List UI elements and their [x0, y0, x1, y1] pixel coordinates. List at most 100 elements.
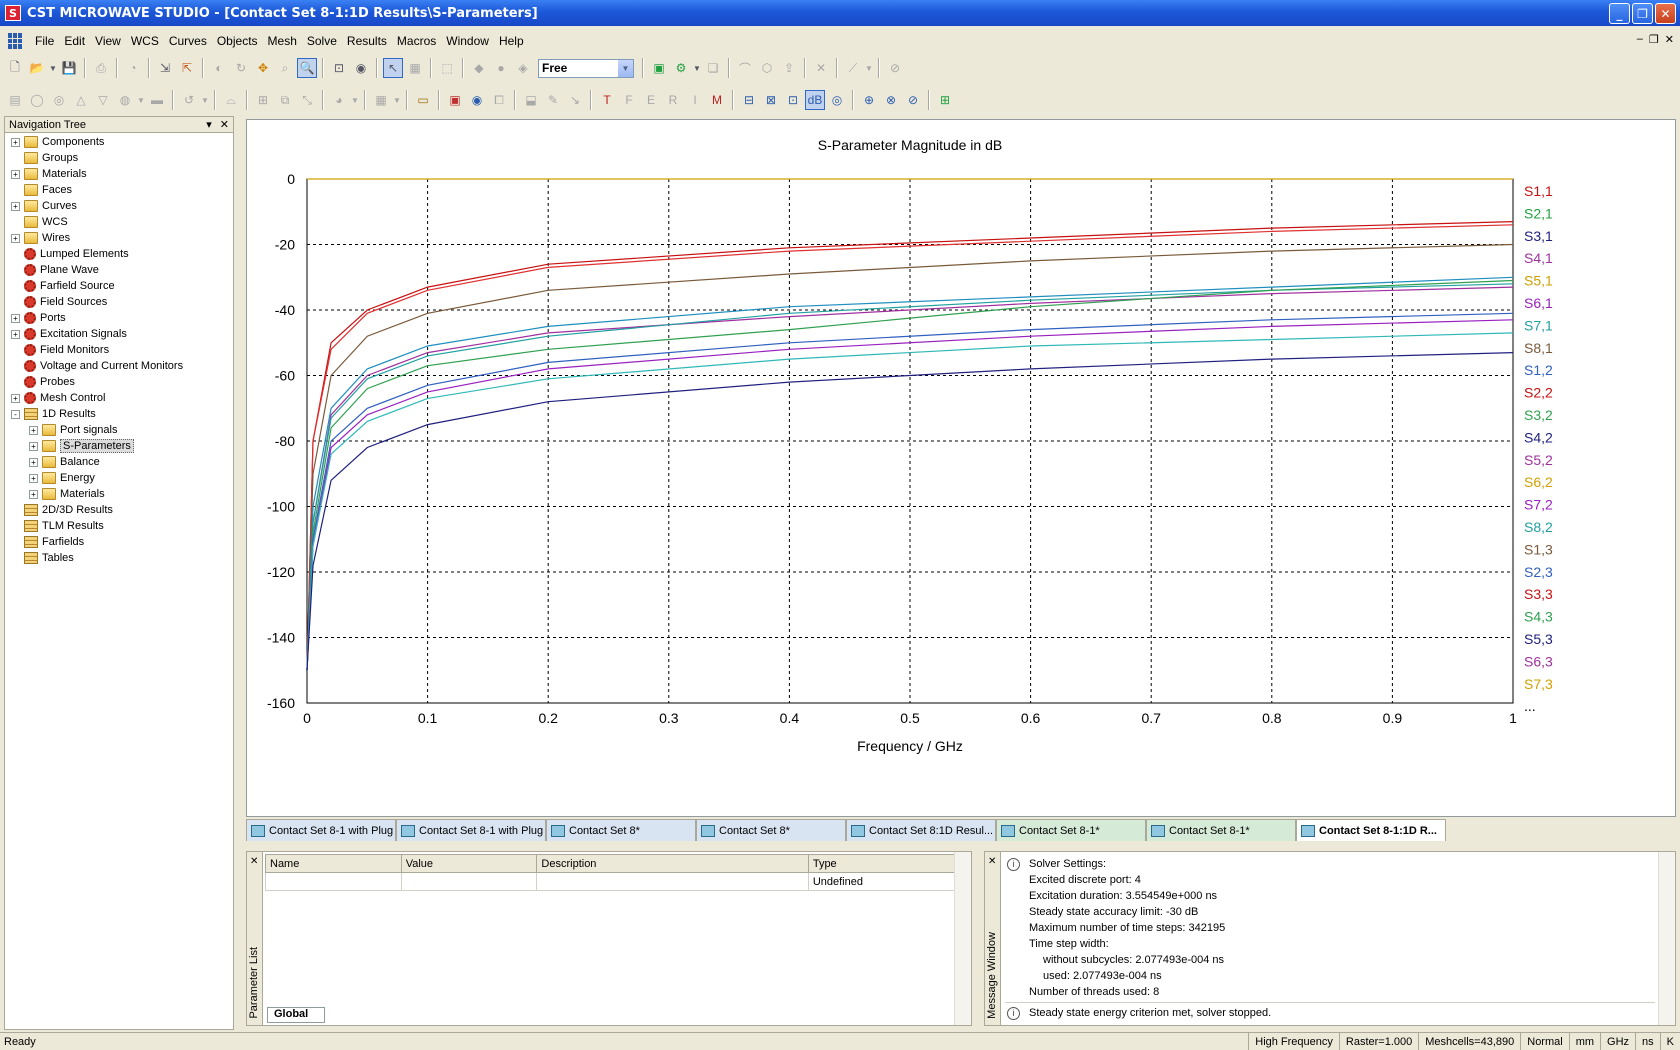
port-icon[interactable]: ⬓: [521, 90, 541, 110]
message-window-close-icon[interactable]: ✕: [988, 856, 996, 867]
tree-item[interactable]: Farfield Source: [5, 278, 233, 294]
cone-icon[interactable]: ▽: [93, 90, 113, 110]
blend-icon[interactable]: ◕: [329, 90, 349, 110]
chevron-down-icon[interactable]: ▼: [618, 59, 633, 77]
torus-icon[interactable]: ◍: [115, 90, 135, 110]
menu-window[interactable]: Window: [441, 34, 494, 48]
menu-mesh[interactable]: Mesh: [263, 34, 302, 48]
message-list[interactable]: i Solver Settings: Excited discrete port: …: [1005, 856, 1655, 1021]
tlm-solver-icon[interactable]: M: [707, 90, 727, 110]
pick-icon[interactable]: ↖: [383, 58, 403, 78]
new-file-icon[interactable]: 🗋: [5, 58, 25, 78]
tree-item[interactable]: Lumped Elements: [5, 246, 233, 262]
help-icon[interactable]: ⊘: [885, 58, 905, 78]
menu-solve[interactable]: Solve: [302, 34, 342, 48]
plot-magnitude-icon[interactable]: ⊠: [761, 90, 781, 110]
expand-icon[interactable]: +: [11, 233, 20, 243]
mirror-icon[interactable]: ⧉: [275, 90, 295, 110]
expand-icon[interactable]: +: [29, 441, 38, 451]
expand-icon[interactable]: +: [29, 473, 38, 483]
dropdown-arrow-icon[interactable]: ▼: [393, 90, 401, 110]
mode-combo[interactable]: Free ▼: [538, 58, 634, 78]
global-tab[interactable]: Global: [267, 1007, 326, 1023]
column-header[interactable]: Type: [807, 854, 956, 873]
collapse-icon[interactable]: -: [11, 409, 20, 419]
tree-item[interactable]: + Port signals: [5, 422, 233, 438]
spin-view-icon[interactable]: ↻: [231, 58, 251, 78]
expand-icon[interactable]: +: [11, 169, 20, 179]
tree-item[interactable]: + Components: [5, 134, 233, 150]
tree-item[interactable]: + Energy: [5, 470, 233, 486]
tree-item[interactable]: Field Sources: [5, 294, 233, 310]
frequency-solver-icon[interactable]: F: [619, 90, 639, 110]
tree-item[interactable]: Groups: [5, 150, 233, 166]
table-cell[interactable]: [400, 872, 538, 891]
probe-icon[interactable]: ✎: [543, 90, 563, 110]
dropdown-arrow-icon[interactable]: ▼: [137, 90, 145, 110]
menu-view[interactable]: View: [90, 34, 126, 48]
expand-icon[interactable]: +: [11, 393, 20, 403]
document-tab[interactable]: Contact Set 8:1D Resul...: [846, 819, 996, 841]
extrude-icon[interactable]: ⇪: [779, 58, 799, 78]
tree-item[interactable]: WCS: [5, 214, 233, 230]
menu-macros[interactable]: Macros: [392, 34, 441, 48]
tree-item[interactable]: Plane Wave: [5, 262, 233, 278]
resonant-solver-icon[interactable]: R: [663, 90, 683, 110]
menu-objects[interactable]: Objects: [212, 34, 263, 48]
point-icon[interactable]: ◎: [49, 90, 69, 110]
history-icon[interactable]: ◔: [123, 58, 143, 78]
close-button[interactable]: ✕: [1655, 3, 1676, 24]
tree-item[interactable]: + Wires: [5, 230, 233, 246]
export-icon[interactable]: ⇱: [177, 58, 197, 78]
expand-icon[interactable]: +: [11, 329, 20, 339]
document-tab[interactable]: Contact Set 8-1 with Plug: [246, 819, 396, 841]
mesh-view-icon[interactable]: ▦: [371, 90, 391, 110]
tree-item[interactable]: + Mesh Control: [5, 390, 233, 406]
message-scrollbar[interactable]: [1658, 852, 1675, 1025]
polar-plot-icon[interactable]: ⊕: [859, 90, 879, 110]
boolean-add-icon[interactable]: ▣: [649, 58, 669, 78]
pan-icon[interactable]: ✥: [253, 58, 273, 78]
tree-item[interactable]: Probes: [5, 374, 233, 390]
expand-icon[interactable]: +: [29, 425, 38, 435]
curve-icon[interactable]: ⌒: [735, 58, 755, 78]
tree-item[interactable]: + Materials: [5, 166, 233, 182]
app-logo-icon[interactable]: S: [5, 5, 21, 21]
dropdown-arrow-icon[interactable]: ▼: [351, 90, 359, 110]
expand-icon[interactable]: +: [29, 489, 38, 499]
units-icon[interactable]: ▭: [413, 90, 433, 110]
plot-smith-icon[interactable]: ◎: [827, 90, 847, 110]
zoom-window-icon[interactable]: 🔍: [297, 58, 317, 78]
tree-item[interactable]: + Ports: [5, 310, 233, 326]
table-row[interactable]: Undefined: [265, 872, 956, 891]
dropdown-arrow-icon[interactable]: ▼: [49, 58, 57, 78]
camera-icon[interactable]: ◉: [351, 58, 371, 78]
menu-edit[interactable]: Edit: [59, 34, 90, 48]
plot-phase-icon[interactable]: ⊡: [783, 90, 803, 110]
rotate-view-icon[interactable]: ◐: [209, 58, 229, 78]
import-icon[interactable]: ⇲: [155, 58, 175, 78]
transform-icon[interactable]: ✕: [811, 58, 831, 78]
parameter-list-close-icon[interactable]: ✕: [250, 856, 258, 867]
dropdown-arrow-icon[interactable]: ▼: [693, 58, 701, 78]
document-tab[interactable]: Contact Set 8*: [696, 819, 846, 841]
tree-item[interactable]: + Materials: [5, 486, 233, 502]
boolean-settings-icon[interactable]: ⚙: [671, 58, 691, 78]
restore-button[interactable]: ❐: [1632, 3, 1653, 24]
mdi-minimize-button[interactable]: –: [1637, 33, 1643, 46]
tree-item[interactable]: Field Monitors: [5, 342, 233, 358]
polygon-icon[interactable]: ⬡: [757, 58, 777, 78]
measure-icon[interactable]: ⟋: [843, 58, 863, 78]
menu-wcs[interactable]: WCS: [126, 34, 164, 48]
add-curve-icon[interactable]: ⊞: [935, 90, 955, 110]
frequency-icon[interactable]: ▣: [445, 90, 465, 110]
panel-menu-icon[interactable]: ▾: [206, 118, 212, 131]
document-tab[interactable]: Contact Set 8-1:1D R...: [1296, 819, 1446, 841]
cylinder-icon[interactable]: ◈: [513, 58, 533, 78]
table-cell[interactable]: [265, 872, 402, 891]
tree-item[interactable]: Farfields: [5, 534, 233, 550]
s-parameter-plot[interactable]: 0 0.1 0.2 0.3 0.4 0.5 0.6 0.7 0.8 0.9 1 0 -20 -40 -60 -…: [246, 119, 1676, 817]
tree-item[interactable]: + Balance: [5, 454, 233, 470]
column-header[interactable]: Description: [536, 854, 809, 873]
tree-item[interactable]: Voltage and Current Monitors: [5, 358, 233, 374]
